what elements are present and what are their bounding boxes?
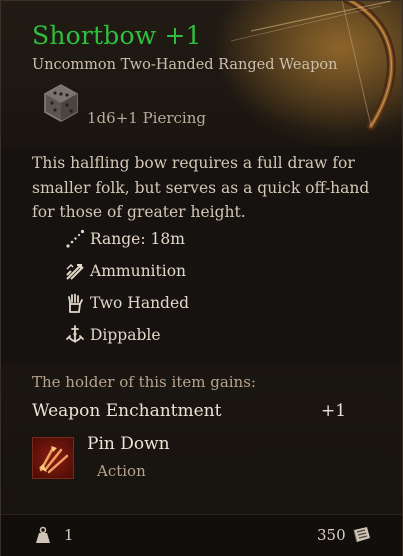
property-label: Dippable	[90, 326, 161, 344]
property-label: Ammunition	[90, 262, 187, 280]
pin-down-glyph	[39, 446, 69, 474]
action-type: Action	[97, 462, 146, 480]
range-icon	[66, 229, 85, 248]
property-label: Two Handed	[90, 294, 190, 312]
property-label: Range: 18m	[90, 230, 185, 248]
item-weight: 1	[64, 526, 74, 544]
item-description: This halfling bow requires a full draw f…	[32, 154, 370, 221]
item-name: Shortbow +1	[32, 21, 202, 50]
tooltip-footer: 1 350	[1, 514, 402, 556]
tooltip-header: Shortbow +1 Uncommon Two-Handed Ranged W…	[1, 1, 402, 147]
property-two-handed: Two Handed	[65, 291, 189, 315]
enchantment-label: Weapon Enchantment	[32, 401, 222, 421]
bonus-heading: The holder of this item gains:	[32, 373, 256, 391]
ammunition-icon	[66, 263, 84, 280]
item-price: 350	[317, 526, 346, 544]
two-handed-icon	[68, 293, 83, 313]
pin-down-icon[interactable]	[32, 437, 74, 479]
weight-icon	[36, 526, 50, 543]
d6-die-icon	[44, 84, 78, 122]
property-ammunition: Ammunition	[65, 259, 186, 283]
item-type: Uncommon Two-Handed Ranged Weapon	[32, 57, 338, 73]
gold-coin-icon	[353, 527, 370, 543]
action-name: Pin Down	[87, 434, 170, 454]
dippable-icon	[66, 325, 84, 343]
damage-value: 1d6+1 Piercing	[87, 109, 206, 127]
bow-artwork-icon	[191, 1, 402, 147]
item-tooltip: Shortbow +1 Uncommon Two-Handed Ranged W…	[0, 0, 403, 556]
enchantment-value: +1	[321, 401, 347, 421]
property-dippable: Dippable	[65, 323, 161, 347]
property-range: Range: 18m	[65, 227, 185, 251]
